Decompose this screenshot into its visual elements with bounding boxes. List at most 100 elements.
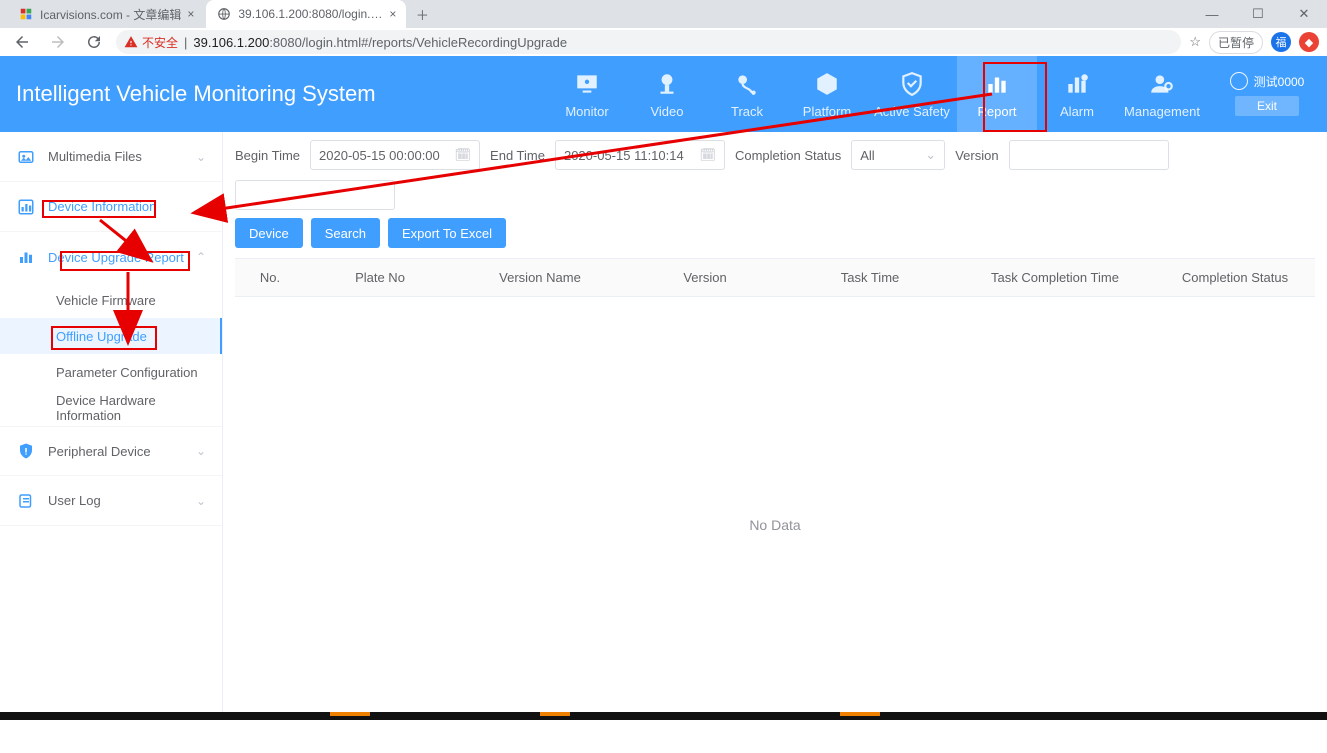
chart-icon [16, 247, 36, 267]
monitor-icon [573, 70, 601, 98]
sidebar-item-device-info[interactable]: Device Information [0, 182, 222, 232]
platform-icon [813, 70, 841, 98]
main-content: Begin Time 2020-05-15 00:00:00 🗓 End Tim… [223, 132, 1327, 712]
begin-time-input[interactable]: 2020-05-15 00:00:00 🗓 [310, 140, 480, 170]
version-label: Version [955, 148, 998, 163]
extension-icon[interactable]: ◆ [1299, 32, 1319, 52]
results-table: No. Plate No Version Name Version Task T… [235, 258, 1315, 753]
sidebar-sub-device-hardware[interactable]: Device Hardware Information [0, 390, 222, 426]
nav-active-safety[interactable]: Active Safety [867, 56, 957, 132]
sidebar-label: User Log [48, 493, 196, 508]
completion-status-select[interactable]: All ⌄ [851, 140, 945, 170]
url-text: | [184, 35, 187, 50]
back-button[interactable] [8, 28, 36, 56]
col-version: Version [625, 270, 785, 285]
chevron-down-icon: ⌄ [196, 494, 206, 508]
nav-track[interactable]: Track [707, 56, 787, 132]
sidebar-label: Peripheral Device [48, 444, 196, 459]
col-task-completion-time: Task Completion Time [955, 270, 1155, 285]
header-nav: Monitor Video Track Platform Active Safe… [547, 56, 1327, 132]
sidebar-label: Multimedia Files [48, 149, 196, 164]
shield-icon [898, 70, 926, 98]
col-version-name: Version Name [455, 270, 625, 285]
browser-tab-1[interactable]: 39.106.1.200:8080/login.html# × [206, 0, 406, 28]
search-button[interactable]: Search [311, 218, 380, 248]
sidebar-label: Device Information [48, 199, 206, 214]
window-maximize-icon[interactable]: ☐ [1235, 0, 1281, 28]
col-task-time: Task Time [785, 270, 955, 285]
sidebar-sub-offline-upgrade[interactable]: Offline Upgrade [0, 318, 222, 354]
chevron-down-icon: ⌄ [925, 147, 936, 163]
sidebar-item-user-log[interactable]: User Log ⌄ [0, 476, 222, 526]
management-icon [1148, 70, 1176, 98]
alarm-icon [1063, 70, 1091, 98]
nav-report[interactable]: Report [957, 56, 1037, 132]
version-input[interactable] [1009, 140, 1169, 170]
nav-monitor[interactable]: Monitor [547, 56, 627, 132]
extension-icon[interactable]: 福 [1271, 32, 1291, 52]
new-tab-button[interactable]: ＋ [408, 0, 436, 28]
insecure-label: 不安全 [142, 34, 178, 51]
browser-tab-0[interactable]: Icarvisions.com - 文章编辑 × [8, 0, 204, 28]
nav-label: Management [1124, 104, 1200, 119]
forward-button[interactable] [44, 28, 72, 56]
video-icon [653, 70, 681, 98]
shield-icon [16, 441, 36, 461]
nav-label: Monitor [565, 104, 608, 119]
end-time-input[interactable]: 2020-05-15 11:10:14 🗓 [555, 140, 725, 170]
url-field[interactable]: 不安全 | 39.106.1.200:8080/login.html#/repo… [116, 30, 1181, 54]
sidebar-item-multimedia[interactable]: Multimedia Files ⌄ [0, 132, 222, 182]
calendar-icon: 🗓 [699, 147, 716, 163]
exit-button[interactable]: Exit [1235, 96, 1299, 116]
col-no: No. [235, 270, 305, 285]
calendar-icon: 🗓 [455, 147, 472, 163]
nav-label: Platform [803, 104, 851, 119]
window-minimize-icon[interactable]: — [1189, 0, 1235, 28]
sidebar-sub-parameter-config[interactable]: Parameter Configuration [0, 354, 222, 390]
col-plate-no: Plate No [305, 270, 455, 285]
app-header: Intelligent Vehicle Monitoring System Mo… [0, 56, 1327, 132]
chevron-down-icon: ⌄ [196, 444, 206, 458]
report-icon [983, 70, 1011, 98]
nav-label: Active Safety [874, 104, 950, 119]
tab-favicon-icon [18, 6, 34, 22]
window-controls: — ☐ ✕ [1189, 0, 1327, 28]
extra-input[interactable] [235, 180, 395, 210]
filter-row: Begin Time 2020-05-15 00:00:00 🗓 End Tim… [235, 140, 1315, 210]
export-button[interactable]: Export To Excel [388, 218, 506, 248]
username: 测试0000 [1254, 73, 1305, 90]
close-icon[interactable]: × [389, 7, 396, 21]
device-button[interactable]: Device [235, 218, 303, 248]
sidebar-label: Device Upgrade Report [48, 250, 196, 265]
media-icon [16, 147, 36, 167]
paused-badge[interactable]: 已暂停 [1209, 31, 1263, 54]
reload-button[interactable] [80, 28, 108, 56]
nav-label: Track [731, 104, 763, 119]
nav-label: Alarm [1060, 104, 1094, 119]
browser-chrome: Icarvisions.com - 文章编辑 × 39.106.1.200:80… [0, 0, 1327, 56]
completion-status-label: Completion Status [735, 148, 841, 163]
tab-title: Icarvisions.com - 文章编辑 [40, 6, 181, 23]
end-time-label: End Time [490, 148, 545, 163]
sidebar-sub-vehicle-firmware[interactable]: Vehicle Firmware [0, 282, 222, 318]
nav-label: Report [977, 104, 1016, 119]
window-close-icon[interactable]: ✕ [1281, 0, 1327, 28]
bookmark-star-icon[interactable]: ☆ [1189, 34, 1201, 50]
chevron-up-icon: ⌃ [196, 250, 206, 264]
nav-alarm[interactable]: Alarm [1037, 56, 1117, 132]
nav-management[interactable]: Management [1117, 56, 1207, 132]
close-icon[interactable]: × [187, 7, 194, 21]
nav-label: Video [650, 104, 683, 119]
sidebar-item-device-upgrade-report[interactable]: Device Upgrade Report ⌃ [0, 232, 222, 282]
taskbar-strip [0, 712, 1327, 720]
log-icon [16, 491, 36, 511]
nav-video[interactable]: Video [627, 56, 707, 132]
table-header: No. Plate No Version Name Version Task T… [235, 259, 1315, 297]
completion-status-value: All [860, 148, 874, 163]
sidebar-item-peripheral[interactable]: Peripheral Device ⌄ [0, 426, 222, 476]
track-icon [733, 70, 761, 98]
nav-platform[interactable]: Platform [787, 56, 867, 132]
sidebar: Multimedia Files ⌄ Device Information De… [0, 132, 223, 712]
tab-bar: Icarvisions.com - 文章编辑 × 39.106.1.200:80… [0, 0, 1327, 28]
avatar-icon [1230, 72, 1248, 90]
